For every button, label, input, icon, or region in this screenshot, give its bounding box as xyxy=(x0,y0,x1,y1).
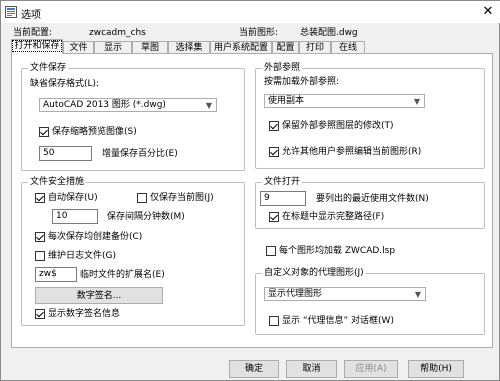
allow-xref-edit-label: 允许其他用户参照编辑当前图形(R) xyxy=(282,147,422,157)
save-current-only-label: 仅保存当前图(J) xyxy=(150,193,214,203)
backup-checkbox[interactable] xyxy=(35,232,45,242)
autosave-label: 自动保存(U) xyxy=(48,193,98,203)
file-open-title: 文件打开 xyxy=(262,176,303,188)
load-lsp-label: 每个图形均加载 ZWCAD.lsp xyxy=(279,246,396,256)
demand-load-label: 按需加载外部参照: xyxy=(264,77,340,87)
current-drawing-label: 当前图形: xyxy=(239,28,279,38)
tab-open-save[interactable]: 打开和保存 xyxy=(11,39,63,54)
show-full-path-label: 在标题中显示完整路径(F) xyxy=(282,212,385,222)
title-bar: 选项 ✕ xyxy=(1,1,500,23)
proxy-dialog-label: 显示 “代理信息” 对话框(W) xyxy=(282,316,394,326)
show-signature-label: 显示数字签名信息 xyxy=(48,309,121,319)
proxy-graphics-title: 自定义对象的代理图形(J) xyxy=(262,267,366,279)
log-file-checkbox[interactable] xyxy=(35,251,45,261)
allow-xref-edit-checkbox[interactable] xyxy=(269,147,279,157)
show-signature-checkbox[interactable] xyxy=(35,309,45,319)
xref-title: 外部参照 xyxy=(262,62,303,74)
demand-load-select[interactable]: 使用副本 ▼ xyxy=(264,94,425,108)
chevron-down-icon: ▼ xyxy=(205,101,212,110)
ok-button[interactable]: 确定 xyxy=(229,360,279,378)
window-title: 选项 xyxy=(21,10,41,21)
incremental-save-input[interactable]: 50 xyxy=(39,146,92,161)
retain-layer-changes-label: 保留外部参照图层的修改(T) xyxy=(282,121,394,131)
current-drawing-value: 总装配图.dwg xyxy=(300,28,358,38)
digital-signature-button[interactable]: 数字签名... xyxy=(35,287,163,304)
default-format-label: 缺省保存格式(L): xyxy=(30,79,100,89)
save-format-select[interactable]: AutoCAD 2013 图形 (*.dwg) ▼ xyxy=(39,98,217,112)
file-safety-title: 文件安全措施 xyxy=(28,176,87,188)
app-icon xyxy=(5,6,17,18)
close-icon: ✕ xyxy=(482,4,494,19)
temp-extension-input[interactable]: zw$ xyxy=(35,267,77,282)
incremental-save-label: 增量保存百分比(E) xyxy=(102,149,178,159)
help-button[interactable]: 帮助(H) xyxy=(408,360,464,378)
retain-layer-changes-checkbox[interactable] xyxy=(269,121,279,131)
apply-button[interactable]: 应用(A) xyxy=(344,360,398,378)
log-file-label: 维护日志文件(G) xyxy=(48,251,116,261)
xref-group: 外部参照 按需加载外部参照: 使用副本 ▼ 保留外部参照图层的修改(T) 允许其他… xyxy=(255,62,485,169)
cancel-button[interactable]: 取消 xyxy=(286,360,337,378)
chevron-down-icon: ▼ xyxy=(414,290,421,299)
recent-files-count-label: 要列出的最近使用文件数(N) xyxy=(316,194,429,204)
chevron-down-icon: ▼ xyxy=(413,97,420,106)
backup-label: 每次保存均创建备份(C) xyxy=(48,232,143,242)
thumbnail-checkbox[interactable] xyxy=(39,127,49,137)
load-lsp-checkbox[interactable] xyxy=(266,246,276,256)
tab-panel-open-save: 文件保存 缺省保存格式(L): AutoCAD 2013 图形 (*.dwg) ▼… xyxy=(11,53,493,348)
file-open-group: 文件打开 9 要列出的最近使用文件数(N) 在标题中显示完整路径(F) xyxy=(255,176,485,229)
show-full-path-checkbox[interactable] xyxy=(269,212,279,222)
proxy-graphics-select[interactable]: 显示代理图形 ▼ xyxy=(264,287,426,301)
thumbnail-label: 保存缩略预览图像(S) xyxy=(52,127,137,137)
save-interval-input[interactable]: 10 xyxy=(52,209,98,224)
close-button[interactable]: ✕ xyxy=(475,1,500,23)
save-current-only-checkbox[interactable] xyxy=(137,193,147,203)
proxy-graphics-group: 自定义对象的代理图形(J) 显示代理图形 ▼ 显示 “代理信息” 对话框(W) xyxy=(255,267,485,335)
file-save-title: 文件保存 xyxy=(28,62,69,74)
temp-extension-label: 临时文件的扩展名(E) xyxy=(80,270,165,280)
file-save-group: 文件保存 缺省保存格式(L): AutoCAD 2013 图形 (*.dwg) ▼… xyxy=(21,62,245,171)
recent-files-count-input[interactable]: 9 xyxy=(260,191,306,206)
file-safety-group: 文件安全措施 自动保存(U) 仅保存当前图(J) 10 保存间隔分钟数(M) 每… xyxy=(21,176,245,326)
current-config-value: zwcadm_chs xyxy=(89,28,146,38)
save-interval-label: 保存间隔分钟数(M) xyxy=(107,212,185,222)
proxy-dialog-checkbox[interactable] xyxy=(269,316,279,326)
options-dialog: 选项 ✕ 当前配置: zwcadm_chs 当前图形: 总装配图.dwg 打开和… xyxy=(0,0,500,381)
autosave-checkbox[interactable] xyxy=(35,193,45,203)
current-config-label: 当前配置: xyxy=(13,28,53,38)
